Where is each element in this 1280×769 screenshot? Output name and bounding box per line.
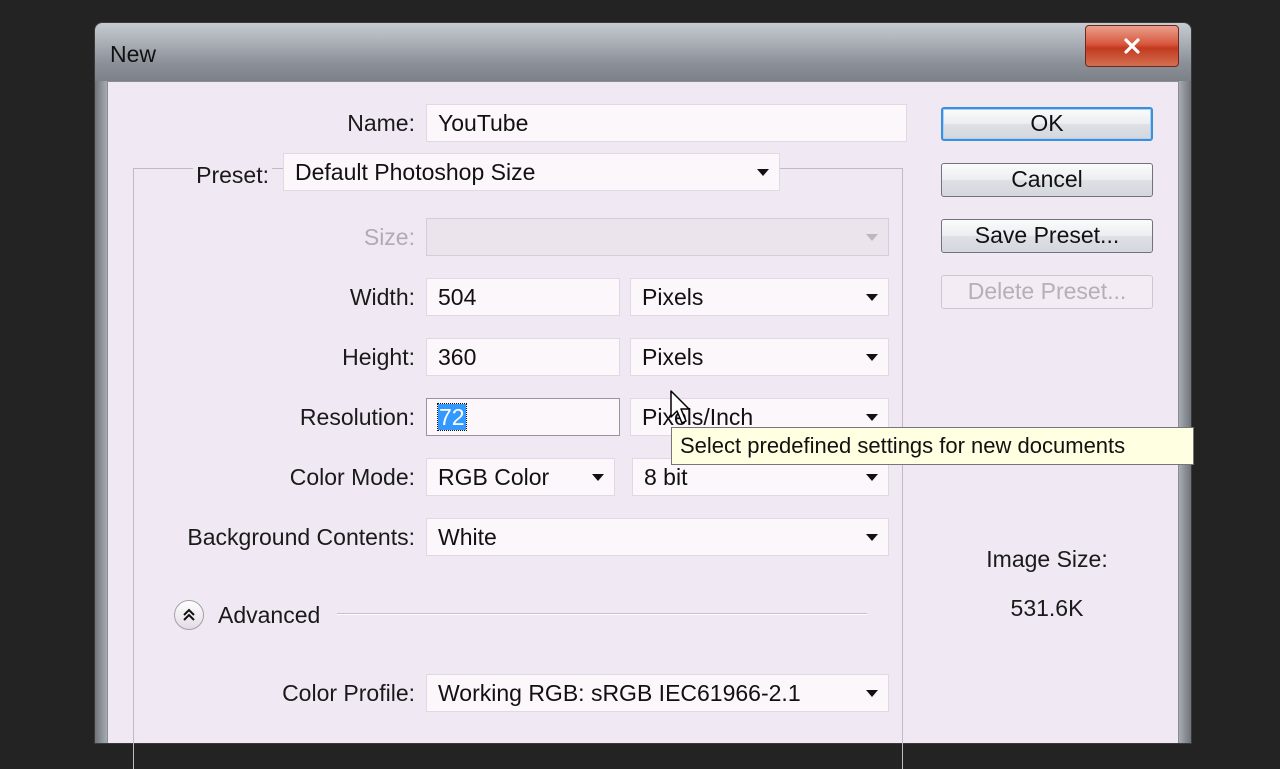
save-preset-button[interactable]: Save Preset... — [941, 219, 1153, 253]
width-unit-select[interactable]: Pixels — [630, 278, 889, 316]
chevron-down-icon — [866, 414, 878, 421]
height-unit-select[interactable]: Pixels — [630, 338, 889, 376]
size-select — [426, 218, 889, 256]
size-label: Size: — [363, 224, 415, 250]
resolution-label: Resolution: — [299, 404, 415, 430]
chevron-down-icon — [866, 294, 878, 301]
new-document-dialog: New Name: YouTube Preset: Default Photos… — [94, 22, 1194, 769]
window-frame-right — [1179, 81, 1191, 743]
chevron-down-icon — [866, 234, 878, 241]
image-size-label: Image Size: — [986, 546, 1108, 572]
chevron-down-icon — [866, 354, 878, 361]
preset-value: Default Photoshop Size — [295, 159, 536, 185]
close-icon — [1124, 38, 1140, 54]
name-input[interactable]: YouTube — [426, 104, 907, 142]
height-input[interactable]: 360 — [426, 338, 620, 376]
advanced-label: Advanced — [218, 602, 321, 628]
ok-button[interactable]: OK — [941, 107, 1153, 141]
color-profile-label: Color Profile: — [282, 680, 415, 706]
background-select[interactable]: White — [426, 518, 889, 556]
color-mode-label: Color Mode: — [289, 464, 415, 490]
color-mode-value: RGB Color — [438, 464, 550, 490]
resolution-input[interactable]: 72 — [426, 398, 620, 436]
cancel-button[interactable]: Cancel — [941, 163, 1153, 197]
chevron-down-icon — [592, 474, 604, 481]
title-bar[interactable]: New — [95, 23, 1191, 81]
background-label: Background Contents: — [187, 524, 415, 550]
dialog-title: New — [110, 41, 157, 67]
width-unit-value: Pixels — [642, 284, 704, 310]
width-label: Width: — [349, 284, 415, 310]
height-label: Height: — [342, 344, 415, 370]
dialog-body: Name: YouTube Preset: Default Photoshop … — [107, 81, 1194, 769]
advanced-toggle[interactable] — [174, 600, 204, 630]
chevron-down-icon — [757, 169, 769, 176]
color-profile-select[interactable]: Working RGB: sRGB IEC61966-2.1 — [426, 674, 889, 712]
delete-preset-button: Delete Preset... — [941, 275, 1153, 309]
window-frame-left — [95, 81, 107, 743]
height-unit-value: Pixels — [642, 344, 704, 370]
resolution-value: 72 — [437, 403, 467, 431]
background-value: White — [438, 524, 497, 550]
chevron-down-icon — [866, 690, 878, 697]
name-label: Name: — [347, 110, 415, 136]
bit-depth-value: 8 bit — [644, 464, 688, 490]
double-chevron-up-icon — [183, 608, 195, 621]
color-profile-value: Working RGB: sRGB IEC61966-2.1 — [438, 680, 801, 706]
color-mode-select[interactable]: RGB Color — [426, 458, 615, 496]
preset-select[interactable]: Default Photoshop Size — [283, 153, 780, 191]
chevron-down-icon — [866, 534, 878, 541]
advanced-divider — [337, 613, 867, 615]
width-input[interactable]: 504 — [426, 278, 620, 316]
preset-label: Preset: — [193, 162, 272, 189]
image-size-value: 531.6K — [1010, 595, 1084, 621]
close-button[interactable] — [1085, 25, 1179, 67]
tooltip: Select predefined settings for new docum… — [671, 427, 1194, 465]
mouse-cursor-icon — [670, 390, 690, 424]
chevron-down-icon — [866, 474, 878, 481]
